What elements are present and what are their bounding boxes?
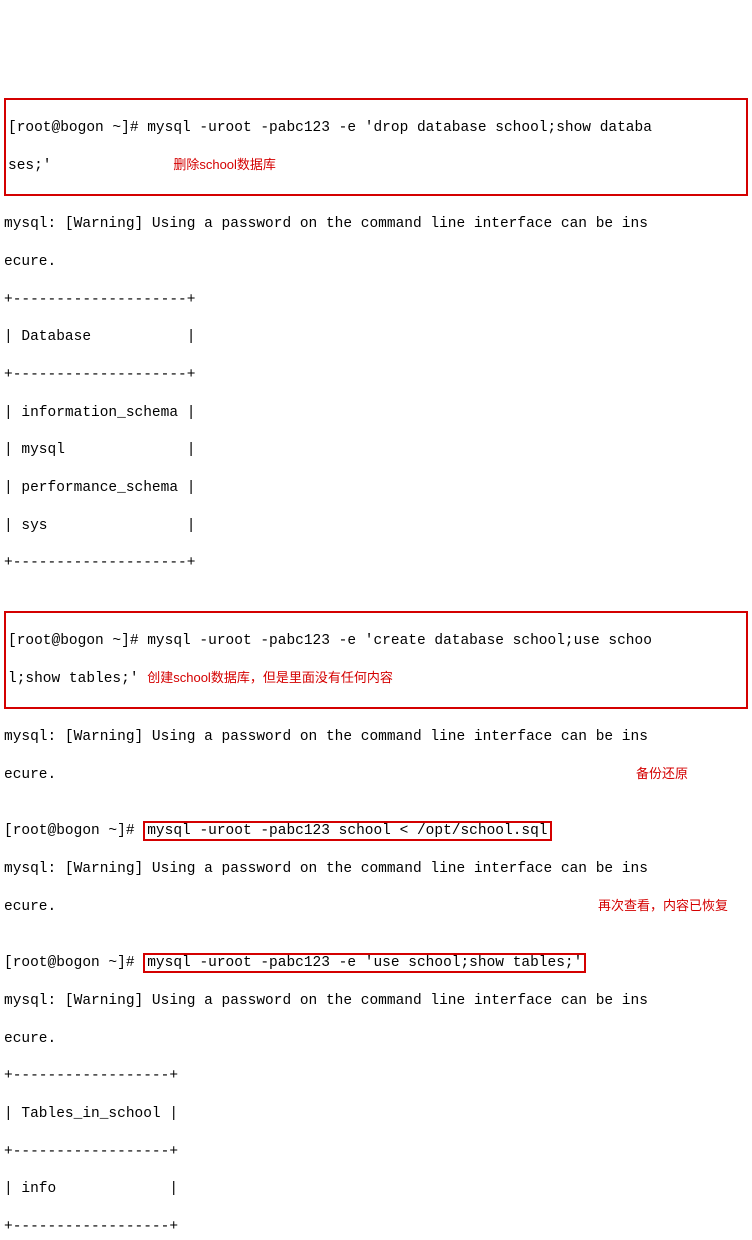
terminal-line: l;show tables;' 创建school数据库，但是里面没有任何内容 [8, 670, 744, 689]
terminal-line: [root@bogon ~]# mysql -uroot -pabc123 sc… [4, 822, 748, 841]
terminal-line: [root@bogon ~]# mysql -uroot -pabc123 -e… [8, 632, 744, 651]
terminal-line: [root@bogon ~]# mysql -uroot -pabc123 -e… [8, 119, 744, 138]
create-database-command-box: [root@bogon ~]# mysql -uroot -pabc123 -e… [4, 611, 748, 709]
annotation-drop-db: 删除school数据库 [173, 157, 276, 172]
table-row: | sys | [4, 517, 748, 536]
drop-database-command-box: [root@bogon ~]# mysql -uroot -pabc123 -e… [4, 98, 748, 196]
annotation-backup-restore: 备份还原 [636, 766, 688, 783]
prompt: [root@bogon ~]# [4, 823, 143, 839]
terminal-line: mysql: [Warning] Using a password on the… [4, 992, 748, 1011]
table-header: | Database | [4, 328, 748, 347]
annotation-check-again: 再次查看，内容已恢复 [598, 898, 728, 915]
terminal-line: ecure. [4, 1030, 748, 1049]
table-border: +--------------------+ [4, 554, 748, 573]
table-border: +------------------+ [4, 1067, 748, 1086]
table-border: +------------------+ [4, 1218, 748, 1237]
table-header: | Tables_in_school | [4, 1105, 748, 1124]
terminal-line: mysql: [Warning] Using a password on the… [4, 728, 748, 747]
terminal-line: mysql: [Warning] Using a password on the… [4, 215, 748, 234]
show-tables-command-box: mysql -uroot -pabc123 -e 'use school;sho… [143, 953, 586, 973]
restore-command-box: mysql -uroot -pabc123 school < /opt/scho… [143, 821, 551, 841]
table-row: | mysql | [4, 441, 748, 460]
table-border: +--------------------+ [4, 291, 748, 310]
table-border: +------------------+ [4, 1143, 748, 1162]
terminal-line: mysql: [Warning] Using a password on the… [4, 860, 748, 879]
terminal-line: ecure. [4, 253, 748, 272]
terminal-line: ses;' 删除school数据库 [8, 157, 744, 176]
table-row: | info | [4, 1180, 748, 1199]
table-border: +--------------------+ [4, 366, 748, 385]
prompt: [root@bogon ~]# [4, 955, 143, 971]
terminal-line: [root@bogon ~]# mysql -uroot -pabc123 -e… [4, 954, 748, 973]
table-row: | performance_schema | [4, 479, 748, 498]
table-row: | information_schema | [4, 404, 748, 423]
annotation-create-db: 创建school数据库，但是里面没有任何内容 [147, 670, 393, 685]
